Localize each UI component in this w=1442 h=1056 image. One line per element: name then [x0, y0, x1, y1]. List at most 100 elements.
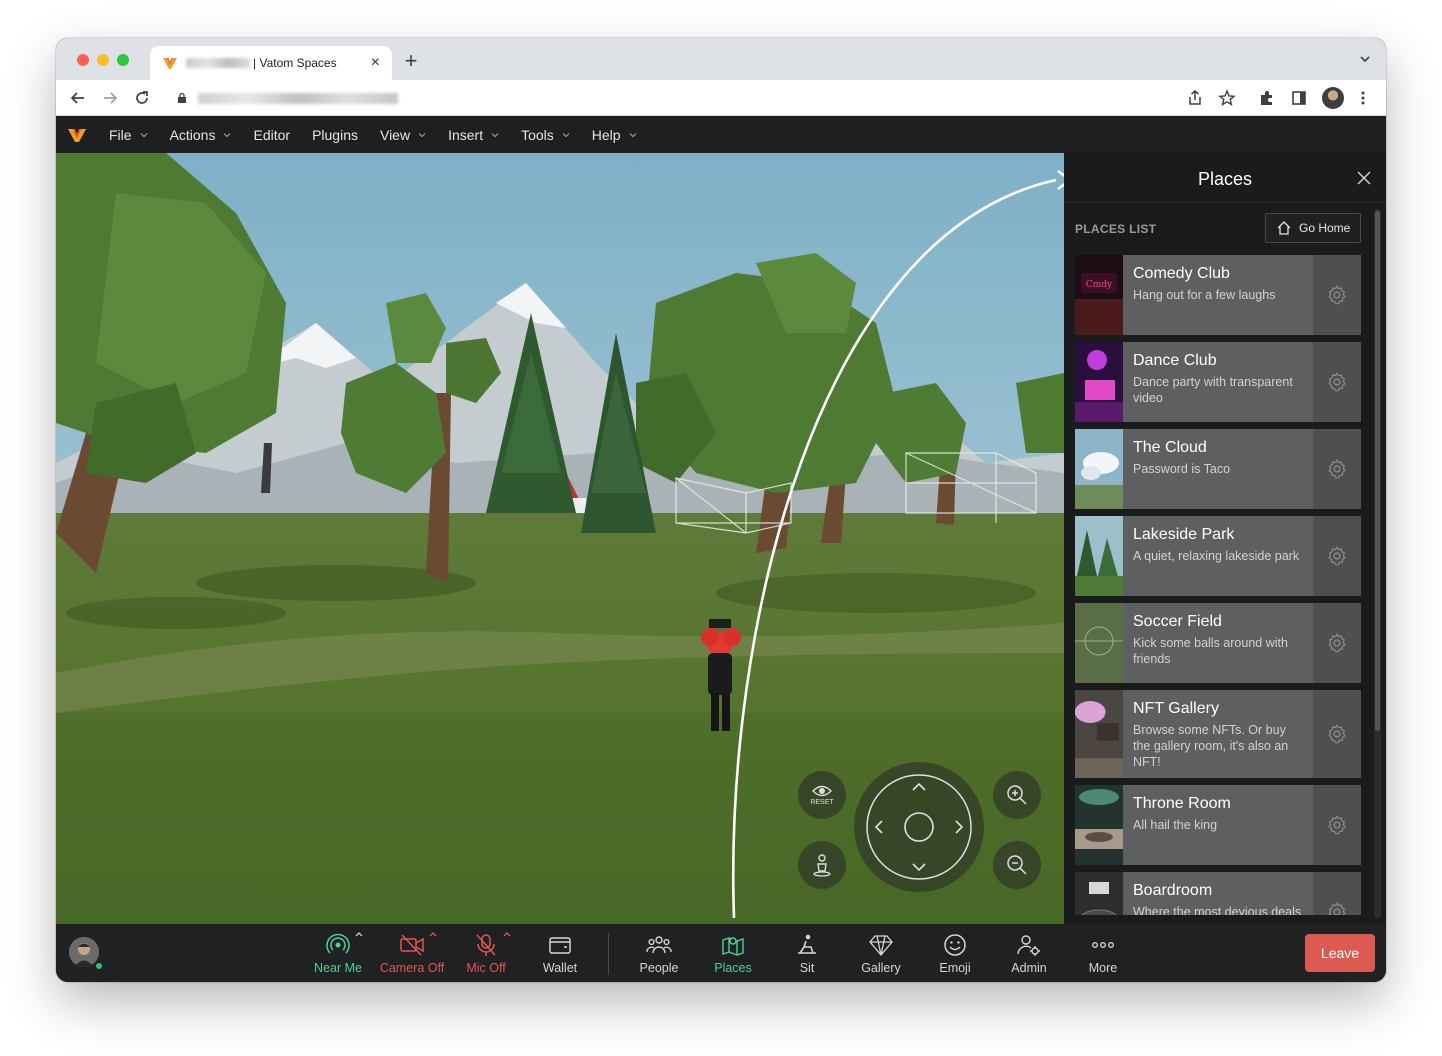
near-me-button[interactable]: Near Me: [302, 932, 374, 978]
place-item[interactable]: Dance Club Dance party with transparent v…: [1075, 342, 1361, 422]
mic-toggle-button[interactable]: Mic Off: [450, 932, 522, 978]
places-label: Places: [714, 961, 752, 975]
smiley-icon: [944, 934, 966, 956]
admin-button[interactable]: Admin: [993, 932, 1065, 978]
go-home-label: Go Home: [1299, 221, 1351, 235]
menu-label: View: [379, 127, 411, 143]
sit-button[interactable]: Sit: [771, 932, 843, 978]
emoji-label: Emoji: [939, 961, 971, 975]
place-settings-button[interactable]: [1313, 690, 1361, 778]
browser-tab[interactable]: | Vatom Spaces ×: [150, 46, 392, 80]
close-icon[interactable]: [1356, 170, 1372, 186]
tab-close-icon[interactable]: ×: [371, 55, 380, 71]
close-window-button[interactable]: [77, 54, 89, 66]
more-dots-icon: [1092, 942, 1114, 948]
app-menu-bar: File Actions Editor Plugins View Insert Tools H…: [56, 117, 1386, 153]
more-button[interactable]: More: [1067, 932, 1139, 978]
chevron-up-icon[interactable]: [429, 930, 437, 938]
place-settings-button[interactable]: [1313, 785, 1361, 865]
place-description: Browse some NFTs. Or buy the gallery roo…: [1133, 723, 1289, 769]
reload-icon[interactable]: [132, 88, 152, 108]
joystick-ring: [866, 774, 972, 880]
extensions-puzzle-icon[interactable]: [1258, 89, 1276, 107]
blurred-url: [198, 93, 398, 104]
place-item[interactable]: Cmdy Comedy Club Hang out for a few laughs: [1075, 255, 1361, 335]
browser-menu-icon[interactable]: [1354, 89, 1372, 107]
place-text: Throne Room All hail the king: [1123, 785, 1313, 865]
menu-tools[interactable]: Tools: [521, 127, 570, 143]
reset-view-button[interactable]: RESET: [798, 771, 846, 819]
vatom-logo-icon[interactable]: [67, 125, 87, 145]
diamond-icon: [869, 935, 893, 957]
chevron-up-icon[interactable]: [503, 930, 511, 938]
place-thumbnail: [1075, 603, 1123, 683]
place-settings-button[interactable]: [1313, 516, 1361, 596]
gallery-button[interactable]: Gallery: [845, 932, 917, 978]
side-panel-icon[interactable]: [1290, 89, 1308, 107]
chevron-down-icon: [224, 133, 231, 138]
chevron-down-icon: [491, 133, 499, 138]
new-tab-button[interactable]: +: [400, 48, 422, 74]
zoom-window-button[interactable]: [117, 54, 129, 66]
menu-insert[interactable]: Insert: [448, 127, 499, 143]
menu-help[interactable]: Help: [592, 127, 637, 143]
place-settings-button[interactable]: [1313, 872, 1361, 915]
place-text: Boardroom Where the most devious deals ge…: [1123, 872, 1313, 915]
place-text: Lakeside Park A quiet, relaxing lakeside …: [1123, 516, 1313, 596]
menu-view[interactable]: View: [380, 127, 426, 143]
chevron-up-icon[interactable]: [355, 930, 363, 938]
place-settings-button[interactable]: [1313, 429, 1361, 509]
scrollbar-thumb[interactable]: [1375, 211, 1380, 731]
places-button[interactable]: Places: [697, 932, 769, 978]
leave-button[interactable]: Leave: [1305, 934, 1375, 972]
bookmark-star-icon[interactable]: [1218, 89, 1236, 107]
menu-label: Insert: [448, 127, 484, 143]
wallet-button[interactable]: Wallet: [524, 932, 596, 978]
place-item[interactable]: Soccer Field Kick some balls around with …: [1075, 603, 1361, 683]
place-description: Hang out for a few laughs: [1133, 288, 1276, 302]
place-text: Soccer Field Kick some balls around with …: [1123, 603, 1313, 683]
place-item[interactable]: NFT Gallery Browse some NFTs. Or buy the …: [1075, 690, 1361, 778]
menu-plugins[interactable]: Plugins: [312, 127, 358, 143]
chevron-down-icon: [140, 133, 147, 138]
place-text: NFT Gallery Browse some NFTs. Or buy the …: [1123, 690, 1313, 778]
movement-joystick[interactable]: [854, 762, 984, 892]
place-settings-button[interactable]: [1313, 603, 1361, 683]
camera-toggle-button[interactable]: Camera Off: [376, 932, 448, 978]
place-settings-button[interactable]: [1313, 255, 1361, 335]
lock-icon: [178, 92, 186, 103]
tab-search-chevron-icon[interactable]: [1358, 52, 1372, 66]
back-arrow-icon[interactable]: [68, 88, 88, 108]
place-item[interactable]: The Cloud Password is Taco: [1075, 429, 1361, 509]
places-panel-header: Places: [1064, 153, 1386, 203]
svg-text:Cmdy: Cmdy: [1086, 280, 1113, 290]
go-home-button[interactable]: Go Home: [1265, 213, 1361, 243]
places-panel: Places PLACES LIST Go Home Cmdy Comedy Cl…: [1064, 153, 1386, 924]
map-pin-icon: [722, 937, 744, 956]
place-item[interactable]: Throne Room All hail the king: [1075, 785, 1361, 865]
zoom-in-button[interactable]: [993, 771, 1041, 819]
emoji-button[interactable]: Emoji: [919, 932, 991, 978]
menu-actions[interactable]: Actions: [170, 127, 232, 143]
place-description: Where the most devious deals get done...: [1133, 905, 1302, 915]
menu-file[interactable]: File: [109, 127, 148, 143]
zoom-out-button[interactable]: [993, 841, 1041, 889]
minimize-window-button[interactable]: [97, 54, 109, 66]
sit-icon: [798, 934, 816, 954]
avatar-pose-button[interactable]: [798, 841, 846, 889]
address-bar[interactable]: [166, 85, 1166, 111]
gear-icon: [1328, 546, 1346, 566]
forward-arrow-icon[interactable]: [100, 88, 120, 108]
menu-label: Plugins: [312, 127, 358, 143]
share-icon[interactable]: [1186, 89, 1204, 107]
tab-strip: | Vatom Spaces × +: [56, 38, 1386, 80]
people-button[interactable]: People: [623, 932, 695, 978]
gallery-label: Gallery: [861, 961, 901, 975]
place-name: Boardroom: [1133, 882, 1213, 899]
3d-viewport[interactable]: RESET: [56, 153, 1064, 924]
profile-avatar[interactable]: [1322, 87, 1344, 109]
place-item[interactable]: Boardroom Where the most devious deals ge…: [1075, 872, 1361, 915]
place-item[interactable]: Lakeside Park A quiet, relaxing lakeside …: [1075, 516, 1361, 596]
place-settings-button[interactable]: [1313, 342, 1361, 422]
menu-editor[interactable]: Editor: [253, 127, 290, 143]
